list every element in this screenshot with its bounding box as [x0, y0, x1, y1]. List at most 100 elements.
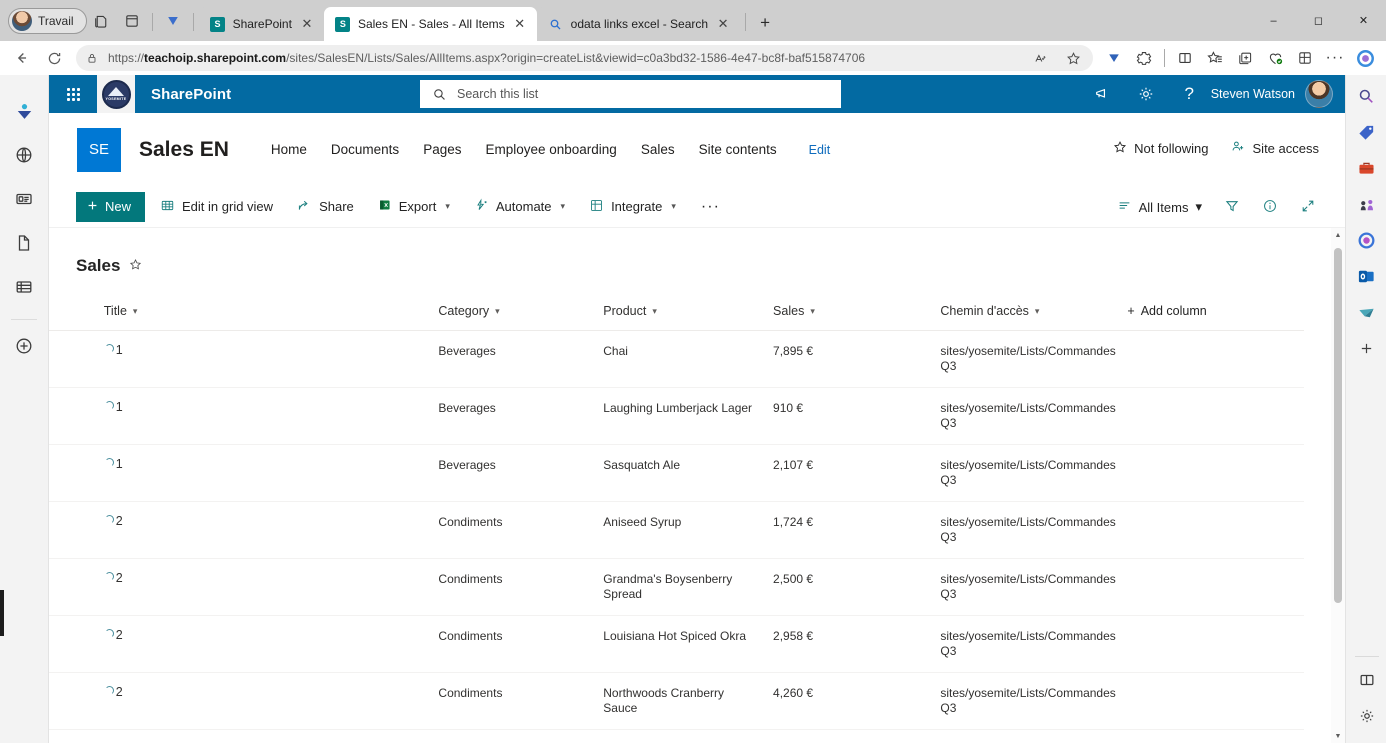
export-button[interactable]: Export ▾ [369, 191, 459, 223]
column-header-product[interactable]: Product ▾ [595, 298, 766, 331]
site-access-button[interactable]: Site access [1231, 139, 1319, 157]
megaphone-icon[interactable] [1082, 75, 1125, 113]
avatar[interactable] [1305, 80, 1333, 108]
new-button[interactable]: New [76, 191, 146, 222]
tag-icon[interactable] [1351, 117, 1381, 147]
globe-icon[interactable] [8, 139, 40, 171]
row-checkbox[interactable] [49, 444, 96, 502]
row-checkbox[interactable] [49, 729, 96, 743]
close-icon[interactable]: ✕ [715, 16, 731, 32]
star-outline-icon[interactable] [129, 258, 142, 274]
row-checkbox[interactable] [49, 330, 96, 388]
split-pane-icon[interactable] [1352, 665, 1382, 695]
column-header-path[interactable]: Chemin d'accès ▾ [932, 298, 1120, 331]
browser-essentials-icon[interactable] [1260, 43, 1290, 73]
browser-tab[interactable]: S SharePoint ✕ [198, 7, 324, 41]
yosemite-logo[interactable]: YOSEMITE [97, 75, 135, 113]
expand-button[interactable] [1291, 191, 1325, 223]
integrate-button[interactable]: Integrate ▾ [580, 191, 685, 223]
scroll-up-icon[interactable]: ▲ [1331, 228, 1345, 242]
favorites-list-icon[interactable] [1200, 43, 1230, 73]
gear-icon[interactable] [1352, 701, 1382, 731]
nav-item-documents[interactable]: Documents [319, 136, 411, 163]
scroll-down-icon[interactable]: ▼ [1331, 729, 1345, 743]
help-icon[interactable]: ? [1168, 75, 1211, 113]
more-options-icon[interactable]: ··· [1320, 43, 1350, 73]
column-header-title[interactable]: Title ▾ [95, 298, 431, 331]
cell-title[interactable]: 2 [95, 615, 431, 673]
collections-icon[interactable] [1230, 43, 1260, 73]
table-row[interactable]: 1 Beverages Laughing Lumberjack Lager 910 €… [49, 387, 1304, 445]
row-checkbox[interactable] [49, 387, 96, 445]
cell-title[interactable]: 2 [95, 672, 431, 730]
info-button[interactable] [1253, 191, 1287, 223]
sharepoint-brand[interactable]: SharePoint [151, 86, 231, 103]
column-header-sales[interactable]: Sales ▾ [765, 298, 933, 331]
app-launcher-button[interactable] [49, 75, 97, 113]
vertical-tabs-icon[interactable] [117, 6, 147, 36]
viva-engage-icon[interactable] [1099, 43, 1129, 73]
add-column-button[interactable]: + Add column [1119, 298, 1304, 331]
scrollbar-thumb[interactable] [1334, 248, 1342, 603]
create-icon[interactable] [8, 330, 40, 362]
nav-item-home[interactable]: Home [259, 136, 319, 163]
row-checkbox[interactable] [49, 558, 96, 616]
dropbox-icon[interactable] [1351, 297, 1381, 327]
nav-item-employee-onboarding[interactable]: Employee onboarding [473, 136, 628, 163]
view-selector-button[interactable]: All Items ▾ [1108, 191, 1211, 223]
new-tab-button[interactable]: + [751, 9, 779, 37]
search-icon[interactable] [1351, 81, 1381, 111]
browser-tab-active[interactable]: S Sales EN - Sales - All Items ✕ [323, 7, 537, 41]
viva-engage-icon[interactable] [158, 6, 188, 36]
favorites-bar-icon[interactable] [1290, 43, 1320, 73]
close-icon[interactable]: ✕ [299, 16, 315, 32]
nav-item-sales[interactable]: Sales [629, 136, 687, 163]
maximize-icon[interactable]: ◻ [1296, 0, 1341, 41]
close-icon[interactable]: ✕ [512, 16, 528, 32]
split-screen-icon[interactable] [1170, 43, 1200, 73]
outlook-icon[interactable] [1351, 261, 1381, 291]
address-bar[interactable]: https://teachoip.sharepoint.com/sites/Sa… [76, 45, 1093, 71]
news-icon[interactable] [8, 183, 40, 215]
microsoft365-icon[interactable] [1351, 225, 1381, 255]
select-all-column[interactable] [49, 298, 96, 331]
not-following-button[interactable]: Not following [1113, 140, 1209, 157]
copilot-icon[interactable] [87, 6, 117, 36]
table-row[interactable]: 2 Condiments Northwoods Cranberry Sauce 4,2… [49, 672, 1304, 730]
briefcase-icon[interactable] [1351, 153, 1381, 183]
cell-title[interactable]: 3 [95, 729, 431, 743]
search-input[interactable]: Search this list [420, 80, 841, 108]
minimize-icon[interactable]: – [1251, 0, 1296, 41]
gear-icon[interactable] [1125, 75, 1168, 113]
read-aloud-icon[interactable] [1029, 46, 1053, 70]
cell-title[interactable]: 1 [95, 387, 431, 445]
close-icon[interactable]: ✕ [1341, 0, 1386, 41]
nav-item-site-contents[interactable]: Site contents [687, 136, 789, 163]
column-header-category[interactable]: Category ▾ [430, 298, 596, 331]
cell-title[interactable]: 2 [95, 558, 431, 616]
row-checkbox[interactable] [49, 501, 96, 559]
table-row[interactable]: 2 Condiments Louisiana Hot Spiced Okra 2,95… [49, 615, 1304, 673]
my-sites-icon[interactable] [8, 95, 40, 127]
reload-icon[interactable] [38, 43, 70, 73]
back-arrow-icon[interactable] [6, 43, 38, 73]
add-sidebar-app-icon[interactable] [1351, 333, 1381, 363]
browser-tab[interactable]: odata links excel - Search ✕ [536, 7, 741, 41]
row-checkbox[interactable] [49, 672, 96, 730]
browser-profile-button[interactable]: Travail [8, 8, 87, 34]
table-row[interactable]: 2 Condiments Grandma's Boysenberry Spread 2… [49, 558, 1304, 616]
filter-button[interactable] [1215, 191, 1249, 223]
list-scrollbar[interactable]: ▲ ▼ [1331, 228, 1345, 743]
edit-navigation-link[interactable]: Edit [797, 137, 843, 163]
nav-item-pages[interactable]: Pages [411, 136, 473, 163]
cell-title[interactable]: 1 [95, 330, 431, 388]
table-row[interactable]: 1 Beverages Sasquatch Ale 2,107 € sites/yose… [49, 444, 1304, 502]
lists-icon[interactable] [8, 271, 40, 303]
table-row[interactable]: 1 Beverages Chai 7,895 € sites/yosemite/List… [49, 330, 1304, 388]
page-title[interactable]: Sales EN [139, 138, 229, 162]
row-checkbox[interactable] [49, 615, 96, 673]
extension-icon[interactable] [1129, 43, 1159, 73]
games-icon[interactable] [1351, 189, 1381, 219]
star-icon[interactable] [1061, 46, 1085, 70]
table-row[interactable]: 2 Condiments Aniseed Syrup 1,724 € sites/yos… [49, 501, 1304, 559]
